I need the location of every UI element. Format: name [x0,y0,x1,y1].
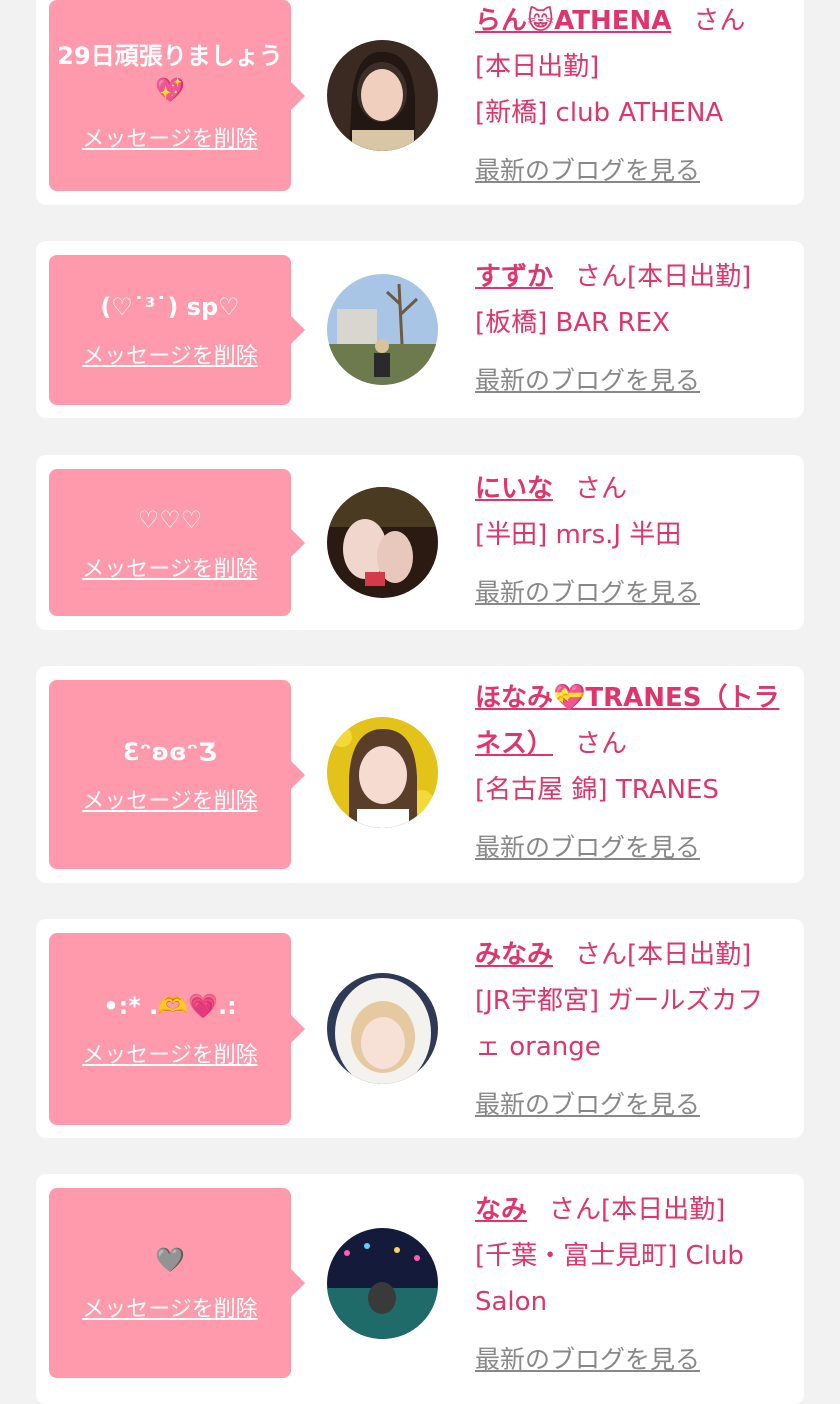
avatar[interactable] [327,487,438,598]
message-card: 29日頑張りましょう💖 メッセージを削除 らん😸ATHENA さん [本日出勤] … [36,0,804,205]
card-info: なみ さん[本日出勤] [千葉・富士見町] Club Salon 最新のブログを見… [475,1187,787,1383]
card-info: みなみ さん[本日出勤] [JR宇都宮] ガールズカフェ orange 最新のブロ… [475,932,787,1128]
message-bubble: (♡˙³˙) sp♡ メッセージを削除 [49,255,305,405]
status-line: [本日出勤] [475,52,600,82]
message-bubble: 🩶 メッセージを削除 [49,1188,305,1378]
store-line: [名古屋 錦] TRANES [475,775,719,805]
delete-message-link[interactable]: メッセージを削除 [82,783,258,815]
card-info: にいな さん [半田] mrs.J 半田 最新のブログを見る [475,466,795,616]
message-card: 🩶 メッセージを削除 なみ さん[本日出勤] [千葉・富士見町] Club Sal… [36,1174,804,1404]
message-text: ♡♡♡ [137,505,203,534]
message-bubble: 29日頑張りましょう💖 メッセージを削除 [49,0,305,191]
honorific: さん [693,6,746,36]
delete-message-link[interactable]: メッセージを削除 [82,338,258,370]
store-line: [千葉・富士見町] Club Salon [475,1241,744,1317]
store-line: [半田] mrs.J 半田 [475,520,682,550]
delete-message-link[interactable]: メッセージを削除 [82,1291,258,1323]
message-text: 🩶 [155,1246,185,1274]
message-card: ƐᵔʚɞᵔƷ メッセージを削除 ほなみ💝TRANES（トラネス） さん [名古屋 … [36,666,804,883]
delete-message-link[interactable]: メッセージを削除 [82,121,258,153]
avatar-photo [327,487,438,598]
message-card: •:* .🫶💗.: メッセージを削除 みなみ さん[本日出勤] [JR宇都宮] ガ… [36,919,804,1138]
honorific: さん[本日出勤] [549,1195,726,1225]
user-name-link[interactable]: ほなみ💝TRANES（トラネス） [475,683,780,759]
avatar-photo [327,973,438,1084]
avatar-photo [327,40,438,151]
latest-blog-link[interactable]: 最新のブログを見る [475,1082,787,1128]
honorific: さん [575,474,628,504]
user-name-link[interactable]: にいな [475,474,553,504]
message-card: ♡♡♡ メッセージを削除 にいな さん [半田] mrs.J 半田 最新のブログを… [36,455,804,630]
card-info: すずか さん[本日出勤] [板橋] BAR REX 最新のブログを見る [475,254,795,404]
card-info: ほなみ💝TRANES（トラネス） さん [名古屋 錦] TRANES 最新のブログ… [475,675,785,871]
delete-message-link[interactable]: メッセージを削除 [82,551,258,583]
latest-blog-link[interactable]: 最新のブログを見る [475,825,785,871]
honorific: さん[本日出勤] [575,262,752,292]
message-bubble: ♡♡♡ メッセージを削除 [49,469,305,616]
user-name-link[interactable]: なみ [475,1195,527,1225]
message-text: ƐᵔʚɞᵔƷ [123,737,217,766]
message-text: (♡˙³˙) sp♡ [100,293,240,321]
latest-blog-link[interactable]: 最新のブログを見る [475,570,795,616]
latest-blog-link[interactable]: 最新のブログを見る [475,1337,787,1383]
honorific: さん[本日出勤] [575,940,752,970]
user-name-link[interactable]: らん😸ATHENA [475,6,671,36]
message-card: (♡˙³˙) sp♡ メッセージを削除 すずか さん[本日出勤] [板橋] BAR… [36,241,804,418]
store-line: [JR宇都宮] ガールズカフェ orange [475,986,764,1062]
message-bubble: ƐᵔʚɞᵔƷ メッセージを削除 [49,680,305,869]
honorific: さん [575,729,628,759]
latest-blog-link[interactable]: 最新のブログを見る [475,358,795,404]
avatar-photo [327,717,438,828]
avatar-photo [327,274,438,385]
store-line: [板橋] BAR REX [475,308,670,338]
message-text: 29日頑張りましょう💖 [57,41,283,104]
message-text: •:* .🫶💗.: [103,992,237,1020]
avatar[interactable] [327,1228,438,1339]
latest-blog-link[interactable]: 最新のブログを見る [475,148,795,194]
user-name-link[interactable]: すずか [475,262,553,292]
delete-message-link[interactable]: メッセージを削除 [82,1037,258,1069]
store-line: [新橋] club ATHENA [475,98,724,128]
message-bubble: •:* .🫶💗.: メッセージを削除 [49,933,305,1125]
avatar[interactable] [327,973,438,1084]
avatar-photo [327,1228,438,1339]
card-info: らん😸ATHENA さん [本日出勤] [新橋] club ATHENA 最新のブ… [475,0,795,194]
user-name-link[interactable]: みなみ [475,940,553,970]
avatar[interactable] [327,717,438,828]
avatar[interactable] [327,40,438,151]
avatar[interactable] [327,274,438,385]
